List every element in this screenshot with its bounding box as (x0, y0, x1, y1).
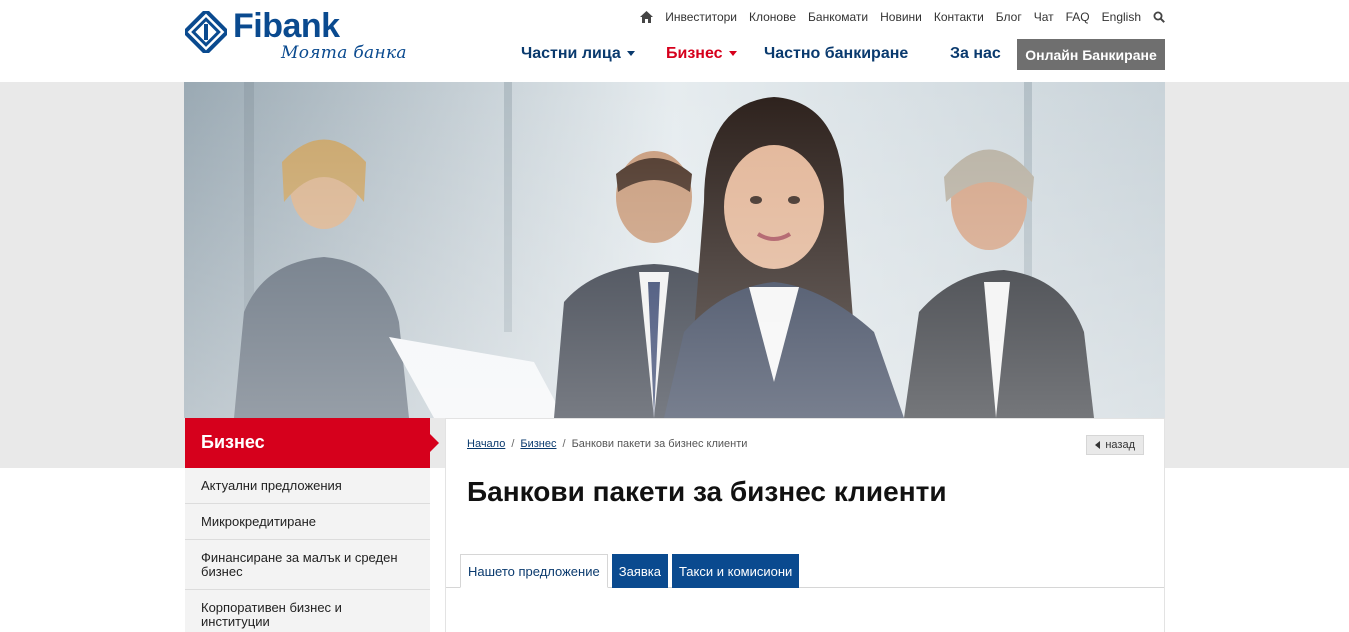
topnav-contacts-link[interactable]: Контакти (934, 10, 984, 24)
back-button-label: назад (1105, 439, 1135, 451)
hero-illustration (184, 82, 1165, 418)
back-arrow-icon (1095, 441, 1101, 449)
topnav-branches-link[interactable]: Клонове (749, 10, 796, 24)
breadcrumb-business-link[interactable]: Бизнес (520, 438, 556, 450)
topnav-investors-link[interactable]: Инвеститори (665, 10, 737, 24)
site-header: Fibank Моята банка Инвеститори Клонове Б… (0, 0, 1349, 82)
sidebar-item-corporate-business[interactable]: Корпоративен бизнес и институции (185, 590, 430, 632)
breadcrumb-separator: / (511, 438, 515, 450)
mainnav-label: Бизнес (666, 45, 723, 62)
top-utility-nav: Инвеститори Клонове Банкомати Новини Кон… (640, 9, 1165, 25)
hero-banner-image (184, 82, 1165, 418)
mainnav-label: За нас (950, 45, 1001, 62)
tab-application[interactable]: Заявка (611, 554, 668, 588)
breadcrumb-separator: / (562, 438, 566, 450)
sidebar-item-sme-financing[interactable]: Финансиране за малък и среден бизнес (185, 540, 430, 590)
sidebar-title: Бизнес (185, 418, 430, 468)
home-icon[interactable] (640, 11, 654, 23)
topnav-blog-link[interactable]: Блог (996, 10, 1022, 24)
topnav-atms-link[interactable]: Банкомати (808, 10, 868, 24)
tab-our-offer[interactable]: Нашето предложение (460, 554, 608, 588)
sidebar-item-current-offers[interactable]: Актуални предложения (185, 468, 430, 504)
breadcrumb: Начало / Бизнес / Банкови пакети за бизнес к… (467, 438, 747, 450)
page-title: Банкови пакети за бизнес клиенти (467, 476, 947, 507)
mainnav-private-clients[interactable]: Частни лица (521, 45, 635, 63)
mainnav-label: Частни лица (521, 45, 621, 62)
mainnav-about[interactable]: За нас (950, 45, 1001, 63)
breadcrumb-home-link[interactable]: Начало (467, 438, 505, 450)
back-button[interactable]: назад (1086, 435, 1144, 455)
chevron-down-icon (626, 51, 635, 57)
mainnav-label: Частно банкиране (764, 45, 909, 62)
topnav-english-link[interactable]: English (1102, 10, 1141, 24)
main-nav: Частни лица Бизнес Частно банкиране За н… (0, 39, 1349, 70)
sidebar-title-arrow (430, 434, 439, 452)
breadcrumb-current: Банкови пакети за бизнес клиенти (571, 438, 748, 450)
online-banking-button[interactable]: Онлайн Банкиране (1017, 39, 1165, 70)
mainnav-business[interactable]: Бизнес (666, 45, 737, 63)
tab-fees-commissions[interactable]: Такси и комисиони (671, 554, 800, 588)
content-panel: Начало / Бизнес / Банкови пакети за бизнес к… (445, 418, 1165, 632)
search-icon[interactable] (1153, 11, 1165, 23)
topnav-news-link[interactable]: Новини (880, 10, 922, 24)
mainnav-private-banking[interactable]: Частно банкиране (764, 45, 908, 63)
topnav-faq-link[interactable]: FAQ (1066, 10, 1090, 24)
sidebar-menu: Актуални предложения Микрокредитиране Фи… (185, 468, 430, 632)
content-tabs: Нашето предложение Заявка Такси и комиси… (460, 554, 803, 588)
topnav-chat-link[interactable]: Чат (1034, 10, 1054, 24)
sidebar-item-microcrediting[interactable]: Микрокредитиране (185, 504, 430, 540)
chevron-down-icon (728, 51, 737, 57)
